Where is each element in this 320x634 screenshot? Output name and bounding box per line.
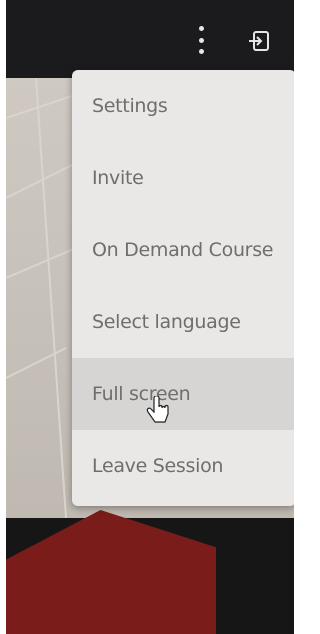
kebab-dot xyxy=(198,37,204,43)
menu-item-label: Invite xyxy=(92,167,144,189)
menu-item-label: On Demand Course xyxy=(92,239,274,261)
hand-pointer-icon xyxy=(146,396,169,423)
menu-item-select-language[interactable]: Select language xyxy=(72,286,294,358)
exit-session-icon[interactable] xyxy=(248,30,270,52)
more-options-icon[interactable] xyxy=(192,26,210,54)
menu-item-leave-session[interactable]: Leave Session xyxy=(72,430,294,502)
menu-item-settings[interactable]: Settings xyxy=(72,70,294,142)
kebab-dot xyxy=(198,49,204,54)
menu-item-label: Full screen xyxy=(92,383,191,405)
menu-item-label: Leave Session xyxy=(92,455,224,477)
menu-item-label: Settings xyxy=(92,95,168,117)
app-screen: Settings Invite On Demand Course Select … xyxy=(6,0,294,634)
options-menu: Settings Invite On Demand Course Select … xyxy=(72,70,294,506)
top-toolbar xyxy=(6,0,294,78)
kebab-dot xyxy=(198,26,204,31)
menu-item-invite[interactable]: Invite xyxy=(72,142,294,214)
menu-item-full-screen[interactable]: Full screen xyxy=(72,358,294,430)
menu-item-label: Select language xyxy=(92,311,241,333)
menu-item-on-demand-course[interactable]: On Demand Course xyxy=(72,214,294,286)
